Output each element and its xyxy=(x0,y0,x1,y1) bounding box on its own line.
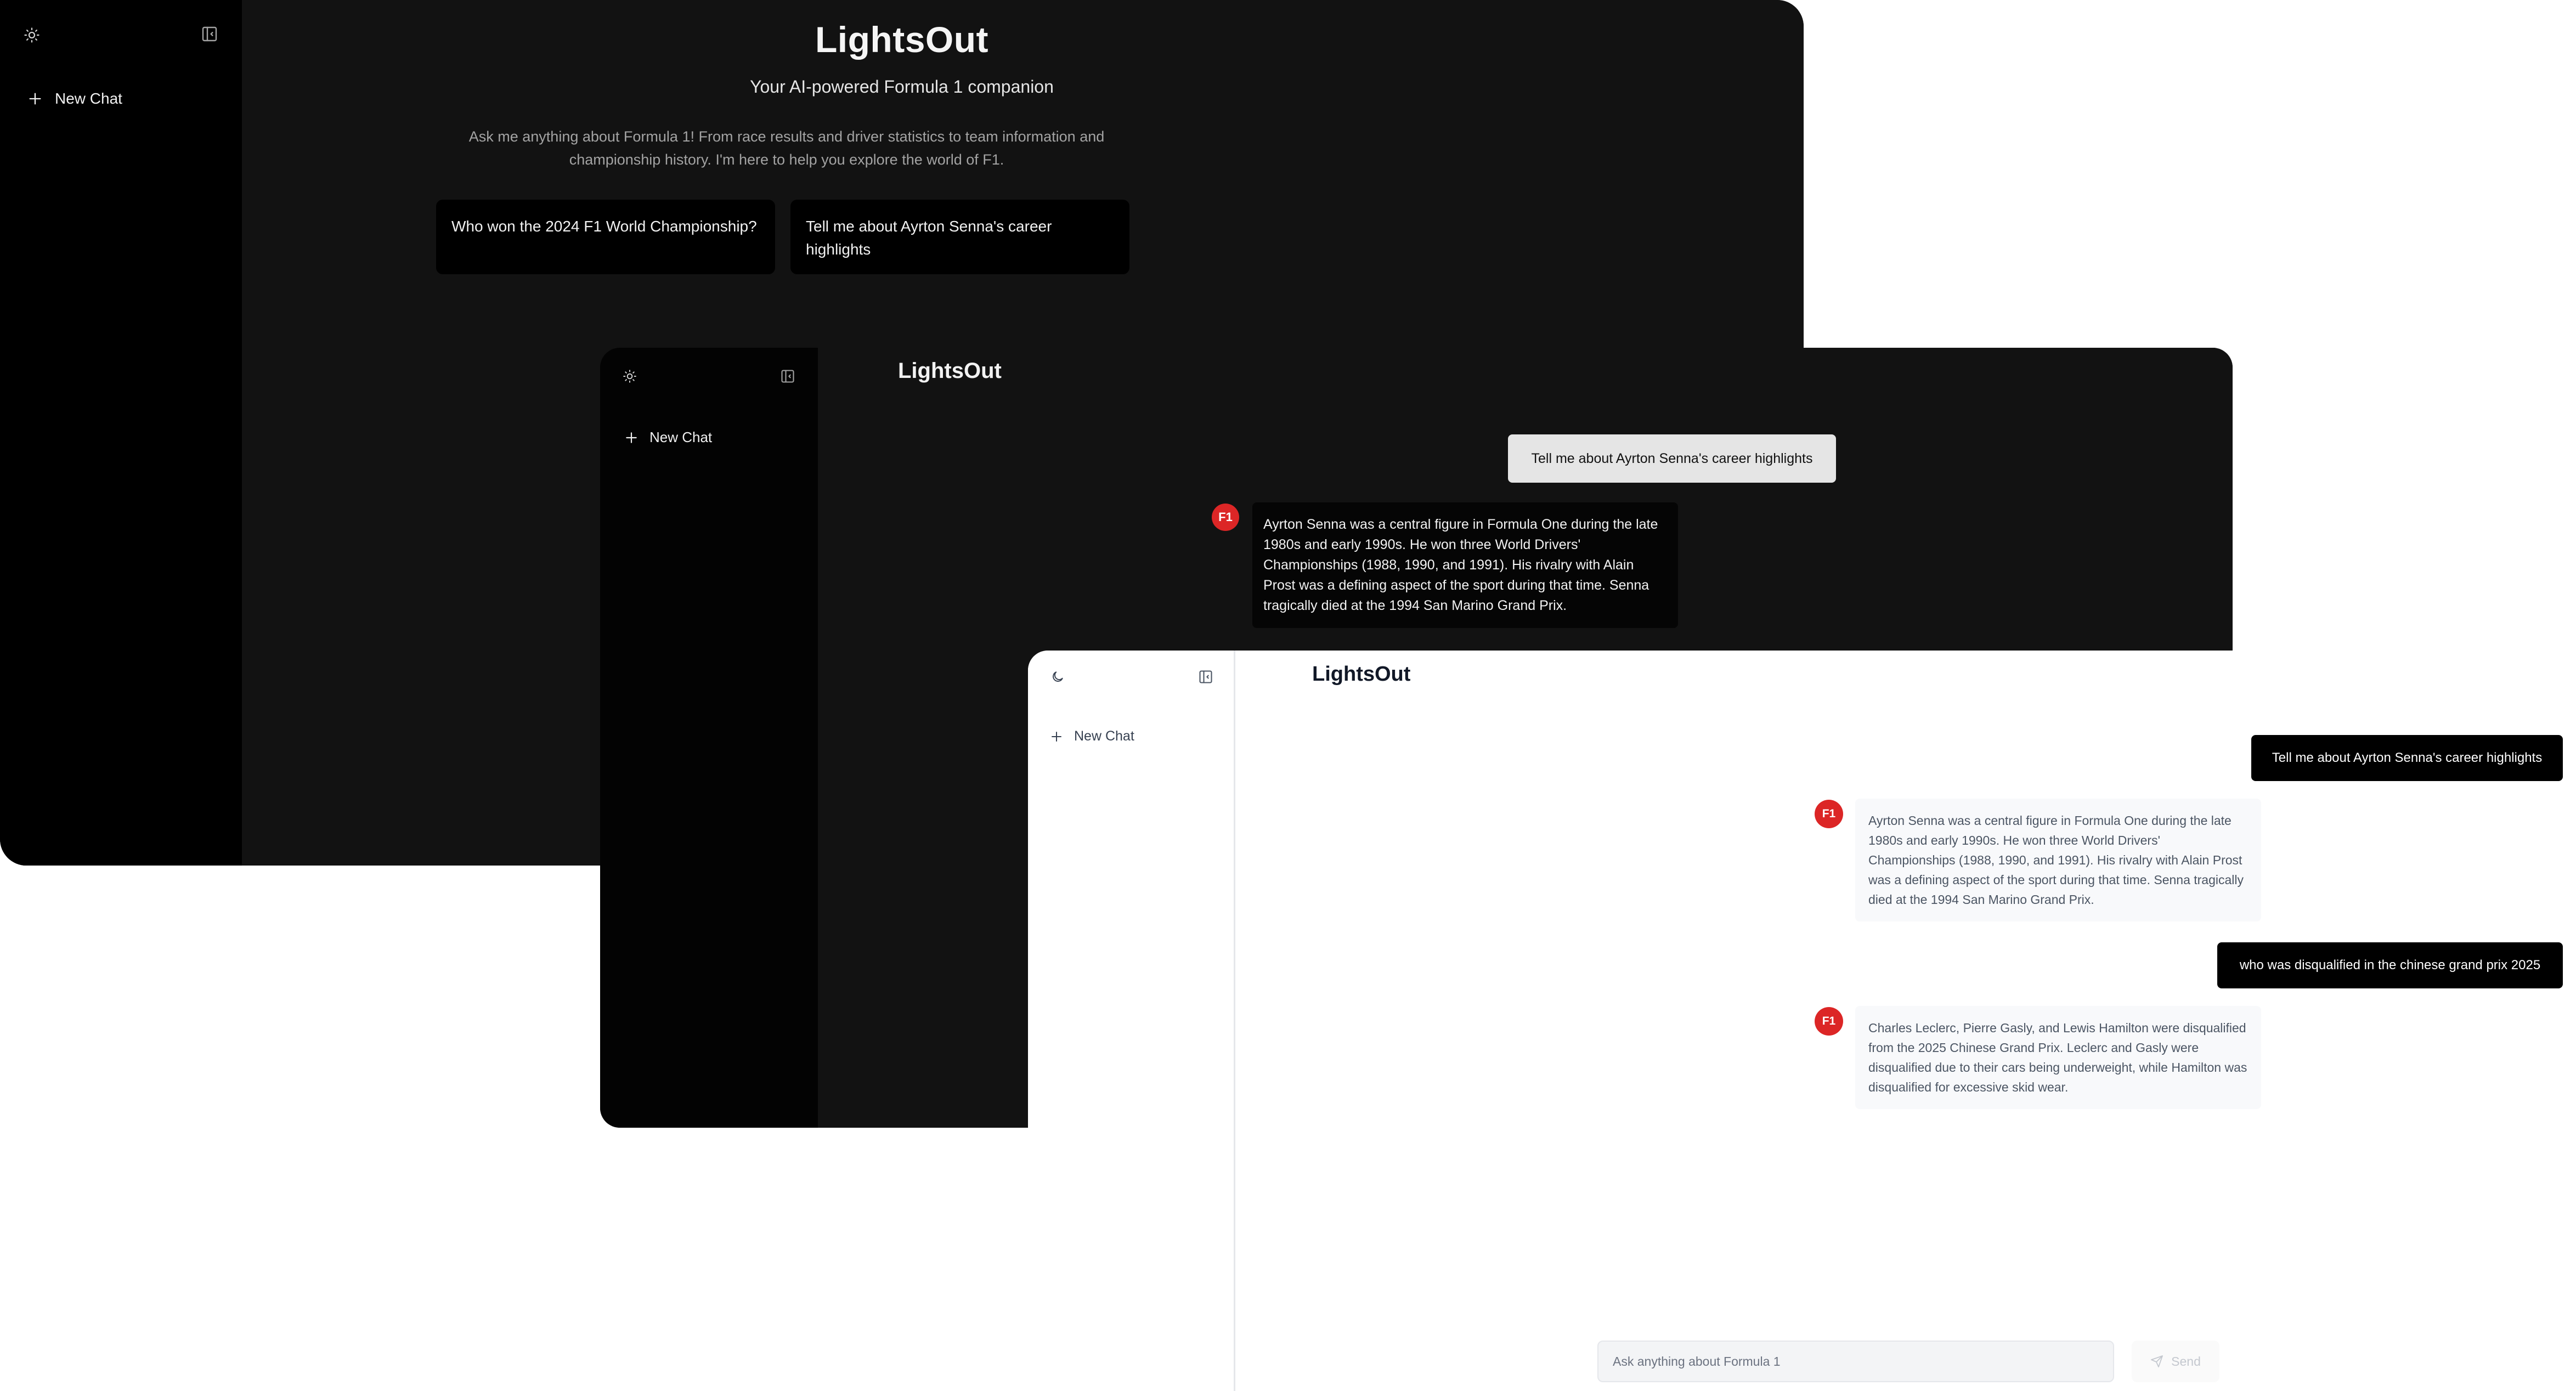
new-chat-button[interactable]: New Chat xyxy=(1050,728,1134,744)
plus-icon xyxy=(626,432,637,443)
new-chat-label: New Chat xyxy=(1074,728,1134,744)
user-message: who was disqualified in the chinese gran… xyxy=(2217,942,2563,988)
assistant-avatar: F1 xyxy=(1815,1007,1843,1036)
plus-icon xyxy=(1052,731,1061,742)
chat-header-title: LightsOut xyxy=(898,359,1002,383)
welcome-description: Ask me anything about Formula 1! From ra… xyxy=(468,128,1105,168)
send-button[interactable]: Send xyxy=(2132,1341,2219,1382)
moon-icon[interactable] xyxy=(1046,665,1070,689)
page-title: LightsOut xyxy=(815,19,989,60)
assistant-message: Ayrton Senna was a central figure in For… xyxy=(1855,799,2261,921)
sidebar-collapse-icon[interactable] xyxy=(776,364,800,388)
suggestion-card[interactable]: Who won the 2024 F1 World Championship? xyxy=(436,200,775,274)
new-chat-button[interactable]: New Chat xyxy=(624,429,712,446)
sidebar: New Chat xyxy=(0,0,242,866)
suggestion-card[interactable]: Tell me about Ayrton Senna's career high… xyxy=(790,200,1129,274)
chat-main: LightsOut Tell me about Ayrton Senna's c… xyxy=(1235,651,2576,1391)
sidebar: New Chat xyxy=(1028,651,1235,1391)
assistant-avatar: F1 xyxy=(1212,504,1239,531)
chat-header-title: LightsOut xyxy=(1312,663,1411,686)
chat-input[interactable] xyxy=(1597,1341,2114,1382)
page-subtitle: Your AI-powered Formula 1 companion xyxy=(750,77,1054,97)
assistant-message: Ayrton Senna was a central figure in For… xyxy=(1252,502,1678,628)
light-chat-window: New Chat LightsOut Tell me about Ayrton … xyxy=(1028,651,2576,1391)
user-message: Tell me about Ayrton Senna's career high… xyxy=(1508,434,1836,483)
paper-plane-icon xyxy=(2151,1355,2163,1367)
assistant-avatar: F1 xyxy=(1815,800,1843,828)
send-label: Send xyxy=(2171,1354,2201,1369)
new-chat-label: New Chat xyxy=(649,429,713,445)
user-message: Tell me about Ayrton Senna's career high… xyxy=(2251,735,2563,781)
sun-icon[interactable] xyxy=(618,364,642,388)
sidebar-collapse-icon[interactable] xyxy=(1194,665,1218,689)
assistant-message: Charles Leclerc, Pierre Gasly, and Lewis… xyxy=(1855,1006,2261,1109)
sidebar: New Chat xyxy=(600,348,818,1128)
